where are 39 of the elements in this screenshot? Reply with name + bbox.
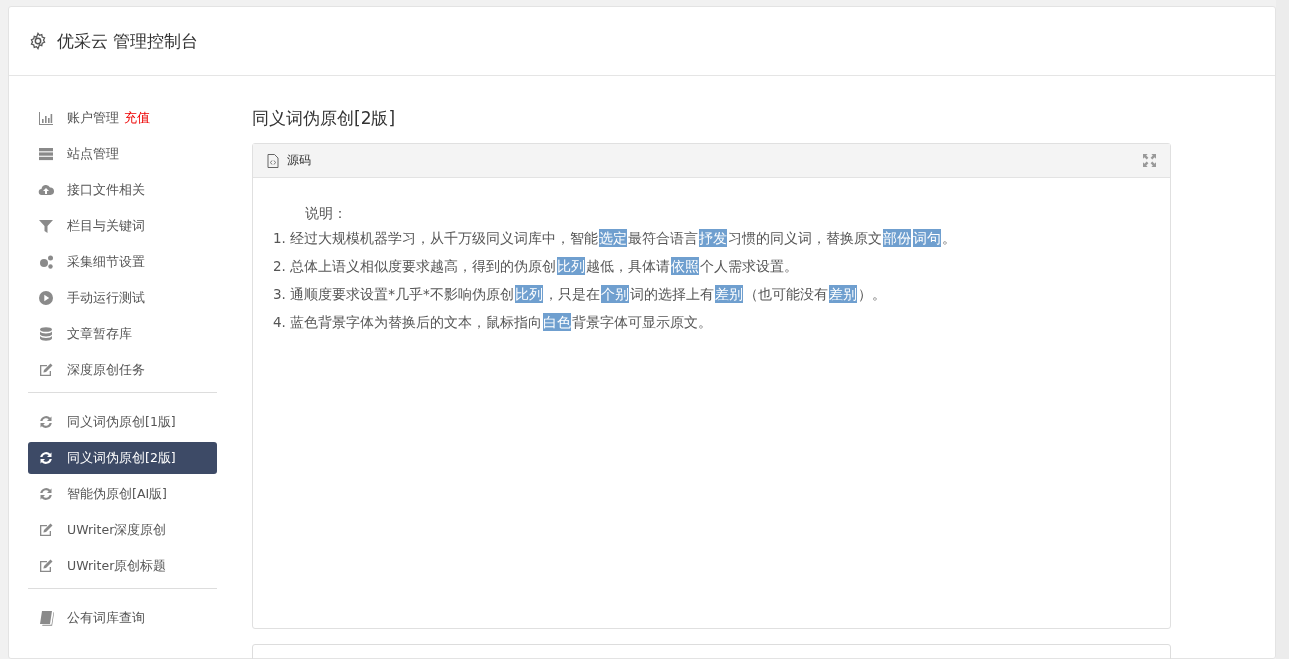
sidebar-item[interactable]: 栏目与关键词 [28, 210, 217, 242]
play-icon [38, 290, 54, 306]
database-icon [38, 326, 54, 342]
sidebar-item[interactable]: 采集细节设置 [28, 246, 217, 278]
sidebar-item[interactable]: UWriter原创标题 [28, 550, 217, 582]
filter-icon [38, 218, 54, 234]
instruction-line: 2. 总体上语义相似度要求越高，得到的伪原创 比列越低，具体请依照个人需求设置。 [273, 256, 800, 277]
page-title: 同义词伪原创[2版] [252, 107, 397, 130]
sidebar-item[interactable]: UWriter深度原创 [28, 514, 217, 546]
sidebar-item[interactable]: 手动运行测试 [28, 282, 217, 314]
edit-icon [38, 522, 54, 538]
expand-icon[interactable] [1143, 154, 1156, 167]
panel-title: 源码 [287, 152, 311, 169]
console-title: 优采云 管理控制台 [57, 29, 199, 53]
settings-icon [29, 32, 47, 50]
code-file-icon [267, 153, 279, 168]
sidebar-item[interactable]: 同义词伪原创[2版] [28, 442, 217, 474]
sidebar-item[interactable]: 站点管理 [28, 138, 217, 170]
sidebar-item[interactable]: 深度原创任务 [28, 354, 217, 386]
edit-icon [38, 558, 54, 574]
instruction-line: 4. 蓝色背景字体为替换后的文本，鼠标指向 白色背景字体可显示原文。 [273, 312, 714, 333]
sidebar-item[interactable]: 账户管理 充值 [28, 102, 217, 134]
instruction-line: 1. 经过大规模机器学习，从千万级同义词库中，智能选定最符合语言抒发习惯的同义词，替换原文部份词句。 [273, 228, 958, 249]
sidebar-item[interactable]: 智能伪原创[AI版] [28, 478, 217, 510]
chart-icon [38, 110, 54, 126]
sidebar-item[interactable]: 同义词伪原创[1版] [28, 406, 217, 438]
server-icon [38, 146, 54, 162]
sidebar-item[interactable]: 公有词库查询 [28, 602, 217, 634]
book-icon [38, 610, 54, 626]
description-heading: 说明： [304, 204, 348, 223]
recharge-link[interactable]: 充值 [124, 109, 150, 127]
sidebar-item[interactable]: 接口文件相关 [28, 174, 217, 206]
refresh-icon [38, 450, 54, 466]
instruction-line: 3. 通顺度要求设置*几乎*不影响伪原创 比列，只是在个别词的选择上有差别（也可能没有差别）。 [273, 284, 887, 305]
refresh-icon [38, 414, 54, 430]
refresh-icon [38, 486, 54, 502]
cloud-icon [38, 182, 54, 198]
sidebar-item[interactable]: 文章暂存库 [28, 318, 217, 350]
edit-icon [38, 362, 54, 378]
